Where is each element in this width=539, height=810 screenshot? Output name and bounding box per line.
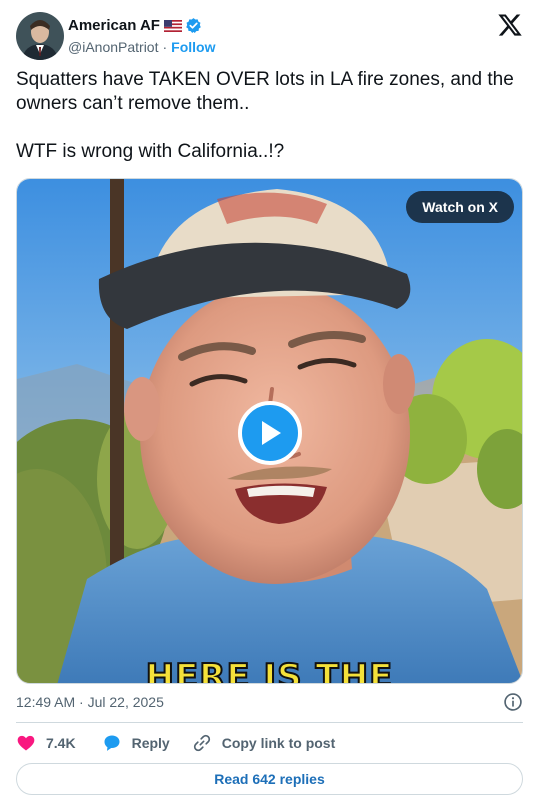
name-row: American AF: [68, 15, 215, 35]
author-name[interactable]: American AF: [68, 17, 160, 34]
copy-link-button[interactable]: Copy link to post: [192, 733, 336, 753]
video-caption: HERE IS THE: [145, 656, 394, 684]
timestamp[interactable]: 12:49 AM · Jul 22, 2025: [16, 694, 164, 710]
link-icon: [193, 734, 210, 752]
post-text: Squatters have TAKEN OVER lots in LA fir…: [16, 68, 516, 164]
watch-on-x-button[interactable]: Watch on X: [406, 191, 514, 223]
like-count: 7.4K: [46, 735, 76, 751]
author-handle[interactable]: @iAnonPatriot: [68, 39, 158, 55]
embedded-post-card: American AF @iAnonPatriot · Follow Squat…: [0, 0, 539, 810]
avatar[interactable]: [16, 12, 64, 60]
read-replies-button[interactable]: Read 642 replies: [16, 763, 523, 795]
handle-row: @iAnonPatriot · Follow: [68, 37, 215, 57]
author-info: American AF @iAnonPatriot · Follow: [68, 15, 215, 57]
x-logo-icon[interactable]: [497, 12, 523, 38]
separator-dot: ·: [162, 39, 168, 55]
video-thumbnail[interactable]: Watch on X HERE IS THE: [16, 178, 523, 684]
post-text-line-1: Squatters have TAKEN OVER lots in LA fir…: [16, 69, 514, 114]
us-flag-icon: [163, 19, 182, 32]
follow-link[interactable]: Follow: [171, 39, 215, 55]
reply-label: Reply: [131, 735, 170, 751]
verified-badge-icon: [185, 17, 202, 34]
play-button[interactable]: [238, 401, 302, 465]
like-button[interactable]: 7.4K: [16, 733, 76, 753]
reply-bubble-icon: [104, 735, 120, 751]
post-meta: 12:49 AM · Jul 22, 2025: [16, 692, 523, 712]
reply-button[interactable]: Reply: [102, 733, 170, 753]
play-icon: [262, 421, 281, 445]
heart-icon: [17, 735, 35, 751]
post-text-line-2: WTF is wrong with California..!?: [16, 141, 285, 162]
divider: [16, 722, 523, 723]
post-header: American AF @iAnonPatriot · Follow: [16, 12, 523, 60]
copy-link-label: Copy link to post: [221, 735, 336, 751]
action-bar: 7.4K Reply Copy link to post: [16, 732, 335, 754]
info-icon[interactable]: [503, 692, 523, 712]
